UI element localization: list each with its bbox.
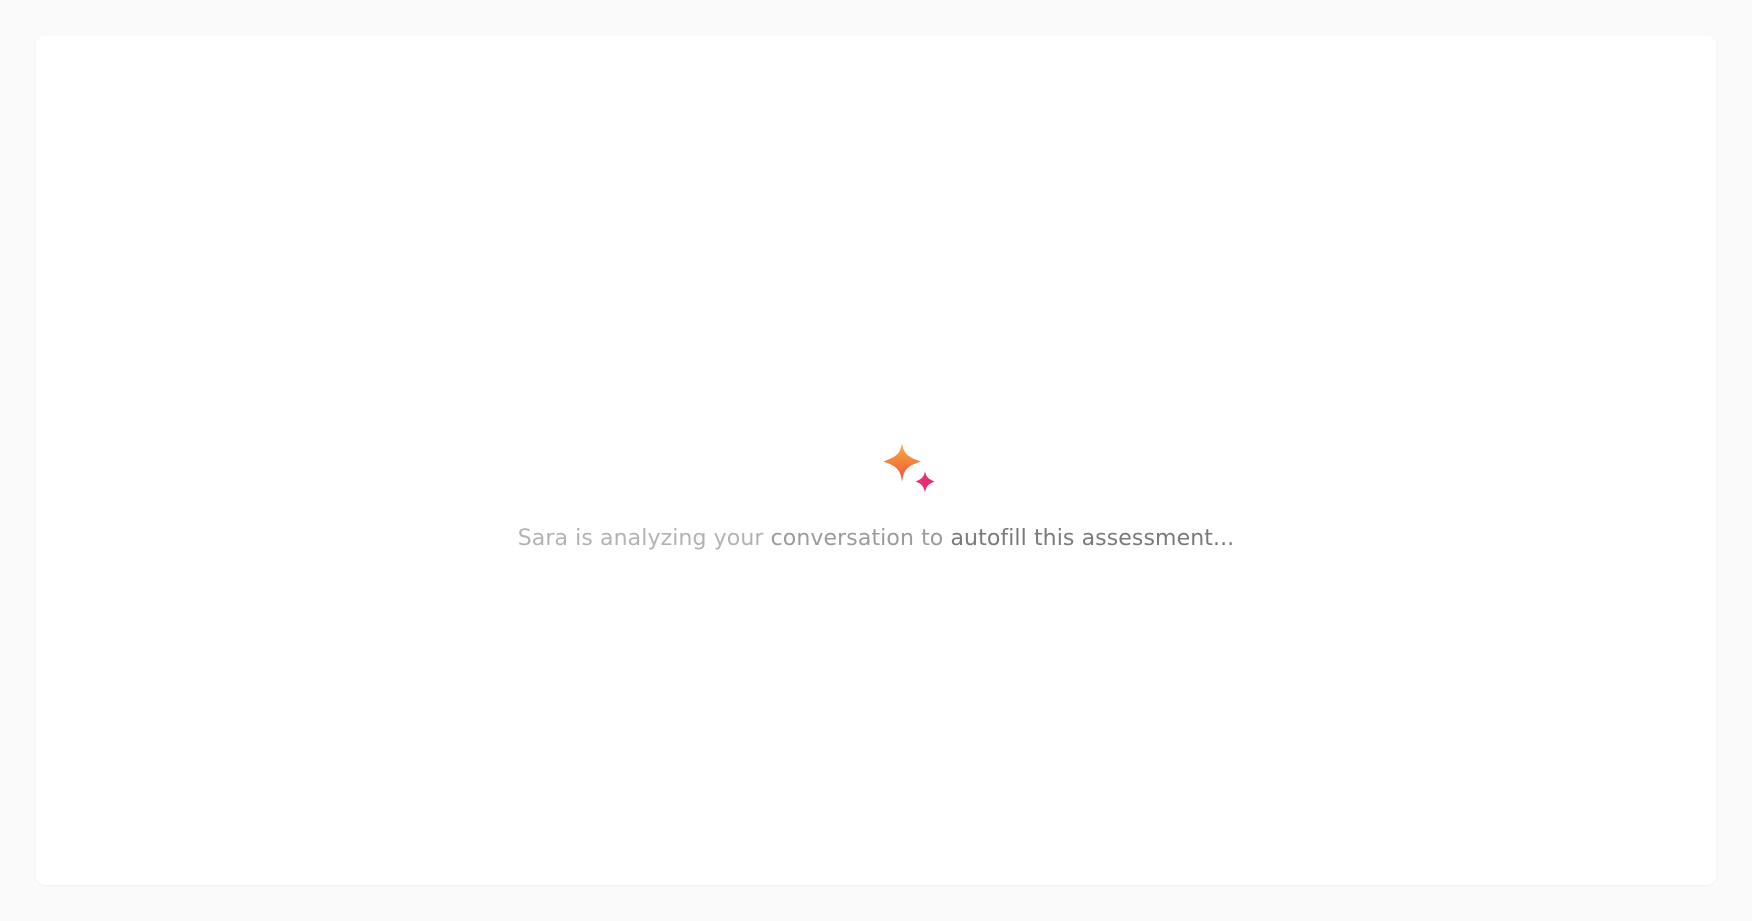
loading-message-part-2: conversation to bbox=[770, 526, 944, 551]
loading-message-part-1: Sara is analyzing your bbox=[517, 526, 764, 551]
loading-state: Sara is analyzing your conversation to a… bbox=[36, 36, 1716, 885]
sparkle-icon bbox=[881, 442, 943, 504]
loading-message-part-3: autofill this assessment... bbox=[950, 526, 1235, 551]
loading-card: Sara is analyzing your conversation to a… bbox=[36, 36, 1716, 885]
loading-message: Sara is analyzing your conversation to a… bbox=[36, 525, 1716, 553]
